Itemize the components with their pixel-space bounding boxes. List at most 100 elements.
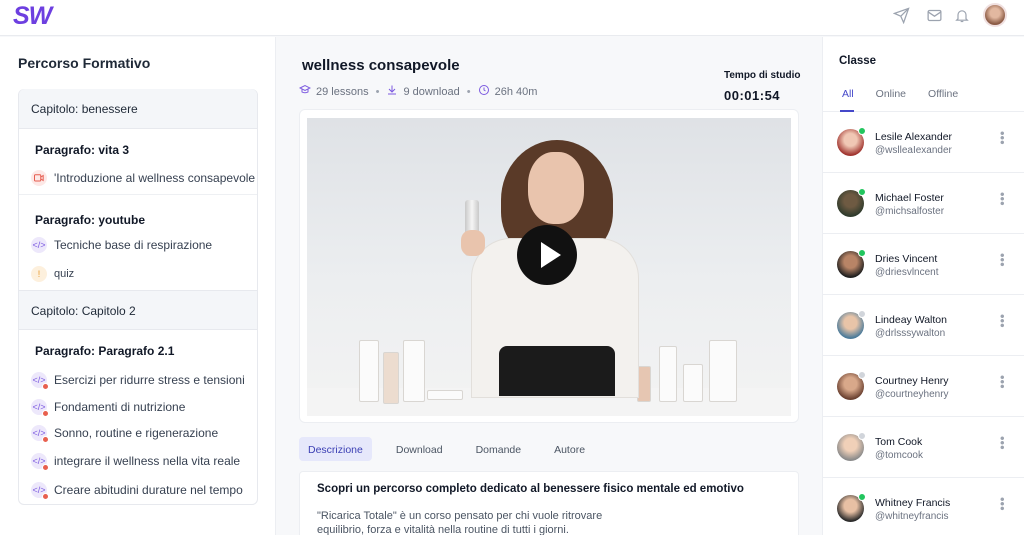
downloads-count: 9 download: [403, 85, 460, 98]
status-dot: [858, 188, 866, 196]
product-bottle: [637, 366, 651, 402]
lesson-item[interactable]: </> Esercizi per ridurre stress e tensio…: [31, 372, 245, 390]
member-row[interactable]: Lesile Alexander @wslleaIexander •••: [823, 112, 1024, 173]
class-tabs: All Online Offline: [842, 88, 980, 100]
lesson-item[interactable]: </> Fondamenti di nutrizione: [31, 399, 186, 417]
lesson-label: Esercizi per ridurre stress e tensioni: [54, 373, 245, 387]
member-avatar: [837, 310, 866, 339]
description-heading: Scopri un percorso completo dedicato al …: [317, 483, 744, 495]
member-avatar: [837, 188, 866, 217]
mail-icon[interactable]: [926, 7, 943, 29]
product-tube: [427, 390, 463, 400]
play-button[interactable]: [517, 225, 577, 285]
clock-icon: [478, 84, 490, 99]
status-dot: [858, 310, 866, 318]
tab-all[interactable]: All: [842, 88, 854, 100]
paragraph-header[interactable]: Paragrafo: vita 3: [35, 143, 129, 157]
member-row[interactable]: Courtney Henry @courtneyhenry •••: [823, 356, 1024, 417]
lesson-label: integrare il wellness nella vita reale: [54, 454, 241, 468]
member-avatar: [837, 493, 866, 522]
course-outline: Capitolo: benessere Paragrafo: vita 3 'I…: [18, 89, 258, 505]
lesson-label: quiz: [54, 268, 75, 280]
top-bar: SW: [0, 0, 1024, 36]
lesson-label: Fondamenti di nutrizione: [54, 400, 186, 414]
member-name: Lesile Alexander: [875, 131, 953, 143]
lesson-item[interactable]: </> Creare abitudini durature nel tempo: [31, 482, 243, 500]
download-icon: [386, 84, 398, 99]
description-body: "Ricarica Totale" è un corso pensato per…: [317, 510, 603, 535]
lesson-label: Tecniche base di respirazione: [54, 238, 213, 252]
member-handle: @driesvlncent: [875, 267, 939, 278]
user-avatar[interactable]: [983, 3, 1007, 27]
product-box: [709, 340, 737, 402]
presenter-face: [528, 152, 584, 224]
lesson-item[interactable]: </> integrare il wellness nella vita rea…: [31, 453, 241, 471]
more-icon[interactable]: •••: [995, 192, 1010, 206]
presenter-skirt: [499, 346, 615, 396]
member-name: Dries Vincent: [875, 253, 938, 265]
tab-offline[interactable]: Offline: [928, 88, 958, 100]
member-name: Lindeay Walton: [875, 314, 947, 326]
lesson-item[interactable]: ! quiz: [31, 266, 74, 282]
member-avatar: [837, 249, 866, 278]
separator-dot: •: [466, 85, 471, 98]
more-icon[interactable]: •••: [995, 253, 1010, 267]
tab-online[interactable]: Online: [876, 88, 906, 100]
status-dot: [858, 249, 866, 257]
tab-autore[interactable]: Autore: [545, 437, 594, 461]
member-avatar: [837, 371, 866, 400]
paragraph-header[interactable]: Paragrafo: Paragrafo 2.1: [35, 344, 174, 358]
tab-descrizione[interactable]: Descrizione: [299, 437, 372, 461]
member-row[interactable]: Tom Cook @tomcook •••: [823, 417, 1024, 478]
member-row[interactable]: Dries Vincent @driesvlncent •••: [823, 234, 1024, 295]
paragraph-header[interactable]: Paragrafo: youtube: [35, 213, 145, 227]
member-row[interactable]: Whitney Francis @whitneyfrancis •••: [823, 478, 1024, 535]
lesson-label: Creare abitudini durature nel tempo: [54, 483, 243, 497]
class-title: Classe: [839, 55, 877, 67]
code-icon: </>: [31, 482, 49, 500]
video-player[interactable]: [307, 118, 791, 416]
class-panel: Classe All Online Offline Lesile Alexand…: [822, 37, 1024, 535]
more-icon[interactable]: •••: [995, 375, 1010, 389]
chapter-header[interactable]: Capitolo: Capitolo 2: [19, 290, 257, 330]
member-handle: @wslleaIexander: [875, 145, 952, 156]
presenter-hand: [461, 230, 485, 256]
lesson-item[interactable]: </> Sonno, routine e rigenerazione: [31, 425, 219, 443]
course-title: wellness consapevole: [302, 57, 460, 74]
study-time-label: Tempo di studio: [724, 70, 801, 81]
lessons-count: 29 lessons: [316, 85, 369, 98]
study-time-value: 00:01:54: [724, 88, 781, 103]
content-tabs: Descrizione Download Domande Autore: [299, 437, 609, 461]
product-box: [683, 364, 703, 402]
description-panel: Scopri un percorso completo dedicato al …: [299, 471, 799, 535]
member-row[interactable]: Michael Foster @michsalfoster •••: [823, 173, 1024, 234]
product-box: [403, 340, 425, 402]
code-icon: </>: [31, 453, 49, 471]
more-icon[interactable]: •••: [995, 436, 1010, 450]
more-icon[interactable]: •••: [995, 131, 1010, 145]
member-handle: @michsalfoster: [875, 206, 945, 217]
product-bottle: [383, 352, 399, 404]
send-icon[interactable]: [892, 7, 910, 29]
lesson-main: wellness consapevole 29 lessons • 9 down…: [277, 37, 822, 535]
status-dot: [858, 127, 866, 135]
divider: [19, 194, 257, 195]
tab-domande[interactable]: Domande: [467, 437, 531, 461]
member-name: Michael Foster: [875, 192, 944, 204]
lesson-label: 'Introduzione al wellness consapevole: [54, 171, 256, 185]
chapter-header[interactable]: Capitolo: benessere: [19, 89, 257, 129]
lesson-item[interactable]: 'Introduzione al wellness consapevole: [31, 170, 255, 186]
quiz-icon: !: [31, 266, 47, 282]
bell-icon[interactable]: [954, 7, 970, 29]
code-icon: </>: [31, 399, 49, 417]
lesson-label: Sonno, routine e rigenerazione: [54, 426, 219, 440]
lesson-item[interactable]: </> Tecniche base di respirazione: [31, 237, 212, 253]
tab-download[interactable]: Download: [387, 437, 452, 461]
member-handle: @whitneyfrancis: [875, 511, 949, 522]
code-icon: </>: [31, 372, 49, 390]
member-row[interactable]: Lindeay Walton @drlsssywalton •••: [823, 295, 1024, 356]
code-icon: </>: [31, 425, 49, 443]
brand-logo[interactable]: SW: [13, 2, 52, 31]
more-icon[interactable]: •••: [995, 497, 1010, 511]
more-icon[interactable]: •••: [995, 314, 1010, 328]
